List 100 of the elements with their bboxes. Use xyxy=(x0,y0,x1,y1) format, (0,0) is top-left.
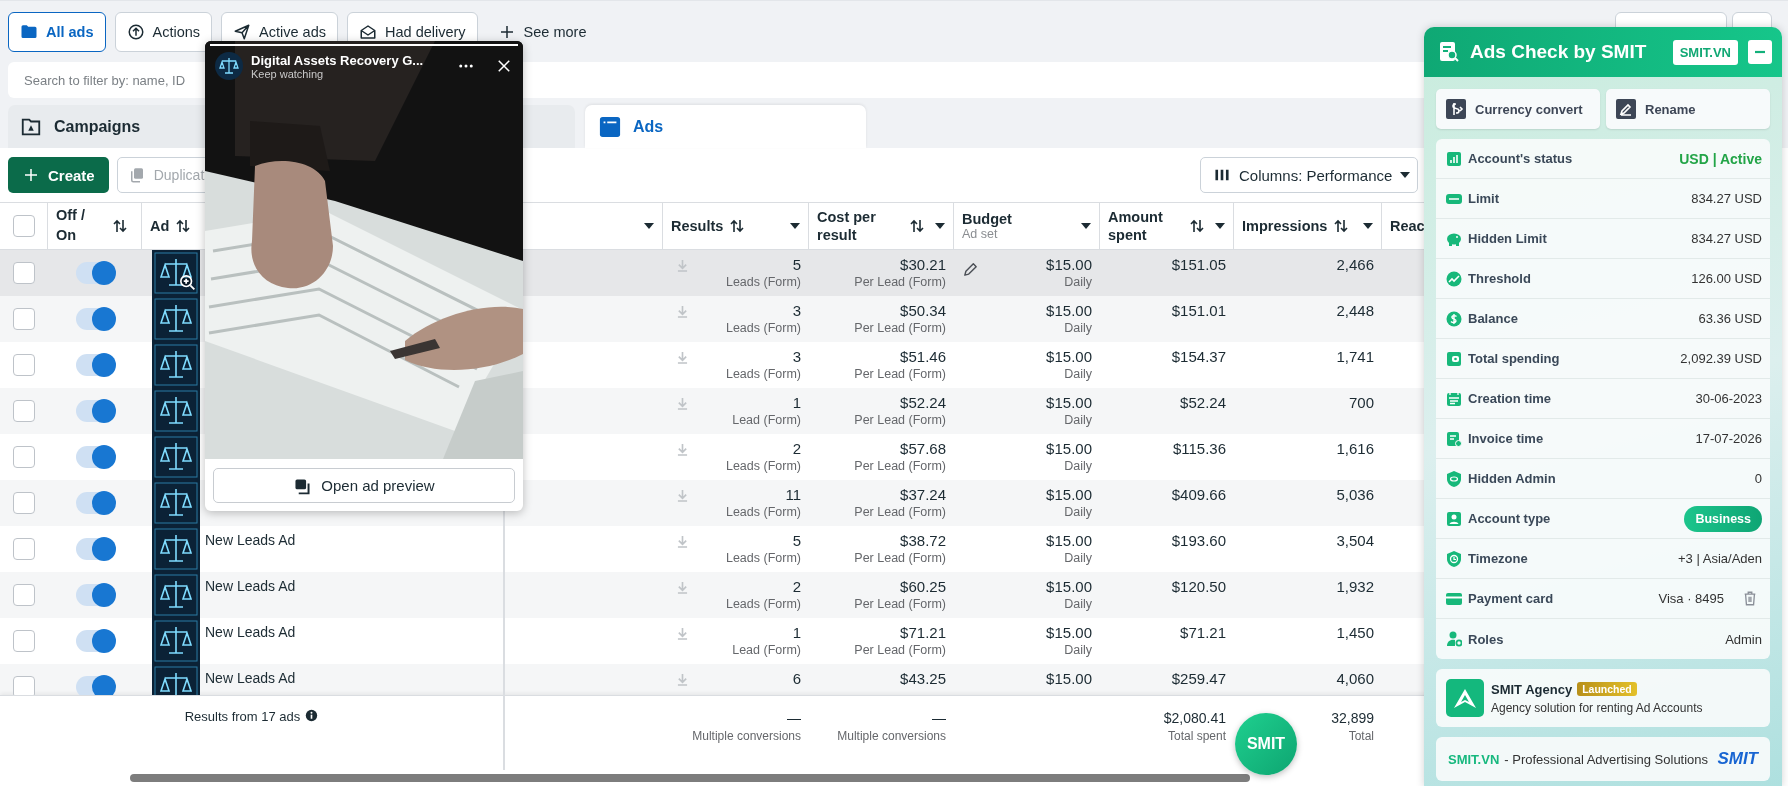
table-cell: 3,504 xyxy=(1336,531,1374,550)
checkbox[interactable] xyxy=(13,676,35,695)
table-cell: 2 xyxy=(792,577,801,596)
id-card-icon xyxy=(1446,510,1462,527)
column-header[interactable]: Budget xyxy=(962,211,1012,227)
table-cell: $120.50 xyxy=(1171,577,1226,596)
table-cell: $15.00 xyxy=(1046,347,1092,366)
column-header[interactable]: Results xyxy=(671,218,724,234)
cell-caption: Daily xyxy=(1064,550,1092,567)
checkbox[interactable] xyxy=(13,492,35,514)
checkbox[interactable] xyxy=(13,630,35,652)
cell-caption: Lead (Form) xyxy=(732,412,801,429)
open-preview-button[interactable]: Open ad preview xyxy=(213,468,515,503)
checkbox[interactable] xyxy=(13,400,35,422)
column-header[interactable]: Reac xyxy=(1390,218,1424,234)
ad-name[interactable]: New Leads Ad xyxy=(205,624,296,640)
ad-name[interactable]: New Leads Ad xyxy=(205,670,296,686)
toggle-switch[interactable] xyxy=(76,308,114,330)
field-label: Total spending xyxy=(1468,351,1560,366)
table-cell: $30.21 xyxy=(900,255,946,274)
trash-icon[interactable] xyxy=(1742,590,1758,607)
table-cell: $15.00 xyxy=(1046,577,1092,596)
toggle-switch[interactable] xyxy=(76,400,114,422)
summary-caption: Total xyxy=(1348,728,1374,745)
toggle-switch[interactable] xyxy=(76,630,114,652)
ad-name[interactable]: New Leads Ad xyxy=(205,532,296,548)
scrollbar[interactable] xyxy=(130,774,1250,782)
cell-caption: Daily xyxy=(1064,642,1092,659)
checkbox[interactable] xyxy=(13,354,35,376)
action-button[interactable]: Rename xyxy=(1606,89,1770,129)
cell-caption: Daily xyxy=(1064,412,1092,429)
cell-caption: Daily xyxy=(1064,458,1092,475)
toggle-switch[interactable] xyxy=(76,446,114,468)
cell-caption: Daily xyxy=(1064,504,1092,521)
field-value: 0 xyxy=(1754,471,1762,486)
table-cell: $15.00 xyxy=(1046,669,1092,688)
table-cell: 4,060 xyxy=(1336,669,1374,688)
cell-caption: Leads (Form) xyxy=(725,504,801,521)
filter-button[interactable]: Actions xyxy=(114,12,213,52)
table-cell: $38.72 xyxy=(900,531,946,550)
pencil-icon[interactable] xyxy=(962,261,979,278)
ads-icon xyxy=(599,115,621,138)
minimize-button[interactable] xyxy=(1748,40,1772,64)
zoom-in-icon[interactable] xyxy=(178,273,196,291)
table-cell: $409.66 xyxy=(1171,485,1226,504)
table-cell: $15.00 xyxy=(1046,255,1092,274)
column-header[interactable]: Impressions xyxy=(1242,218,1328,234)
table-cell: $193.60 xyxy=(1171,531,1226,550)
column-header[interactable]: Ad xyxy=(150,218,170,234)
table-cell: 1,450 xyxy=(1336,623,1374,642)
download-icon xyxy=(677,443,688,456)
column-header[interactable]: Cost per result xyxy=(817,207,903,245)
table-cell: $71.21 xyxy=(1180,623,1226,642)
checkbox[interactable] xyxy=(13,308,35,330)
table-cell: 2 xyxy=(792,439,801,458)
checkbox[interactable] xyxy=(13,538,35,560)
columns-dropdown[interactable]: Columns: Performance xyxy=(1200,157,1418,193)
toggle-switch[interactable] xyxy=(76,584,114,606)
cell-caption: Per Lead (Form) xyxy=(854,412,946,429)
toggle-switch[interactable] xyxy=(76,492,114,514)
download-icon xyxy=(677,351,688,364)
edit-icon xyxy=(1616,99,1636,119)
field-value: 834.27 USD xyxy=(1691,231,1762,246)
create-button[interactable]: Create xyxy=(8,157,109,193)
table-cell: $15.00 xyxy=(1046,393,1092,412)
table-cell: $15.00 xyxy=(1046,439,1092,458)
promo-card[interactable]: SMIT Agency Launched Agency solution for renting Ad Accounts xyxy=(1436,669,1770,727)
sort-icon xyxy=(729,218,746,234)
checkbox[interactable] xyxy=(13,584,35,606)
brand-name: SMIT.VN xyxy=(1448,751,1500,767)
cell-caption: Per Lead (Form) xyxy=(854,366,946,383)
cell-caption: Daily xyxy=(1064,596,1092,613)
status-value: USD | Active xyxy=(1679,150,1762,167)
ad-name[interactable]: New Leads Ad xyxy=(205,578,296,594)
toggle-switch[interactable] xyxy=(76,538,114,560)
tab[interactable]: Ads xyxy=(585,105,866,148)
plus-icon xyxy=(22,166,40,184)
field-value: 30-06-2023 xyxy=(1695,391,1762,406)
download-icon xyxy=(677,627,688,640)
filter-button[interactable]: All ads xyxy=(8,12,106,52)
field-label: Limit xyxy=(1468,191,1500,206)
caret-icon xyxy=(1215,223,1225,229)
summary-value: — xyxy=(932,709,946,728)
cell-caption: Per Lead (Form) xyxy=(854,550,946,567)
toggle-switch[interactable] xyxy=(76,354,114,376)
sort-icon xyxy=(175,218,192,234)
see-more-button[interactable]: See more xyxy=(486,12,598,52)
column-header[interactable]: Off / On xyxy=(56,206,92,246)
toggle-switch[interactable] xyxy=(76,262,114,284)
checkbox[interactable] xyxy=(12,215,35,237)
checkbox[interactable] xyxy=(13,262,35,284)
close-icon[interactable] xyxy=(495,57,513,75)
checkbox[interactable] xyxy=(13,446,35,468)
field-value: +3 | Asia/Aden xyxy=(1678,551,1762,566)
action-button[interactable]: Currency convert xyxy=(1436,89,1600,129)
column-header[interactable]: Amount spent xyxy=(1108,207,1183,245)
currency-icon xyxy=(1446,99,1466,119)
toggle-switch[interactable] xyxy=(76,676,114,695)
cell-caption: Per Lead (Form) xyxy=(854,320,946,337)
dollar-coin-icon xyxy=(1446,310,1462,327)
